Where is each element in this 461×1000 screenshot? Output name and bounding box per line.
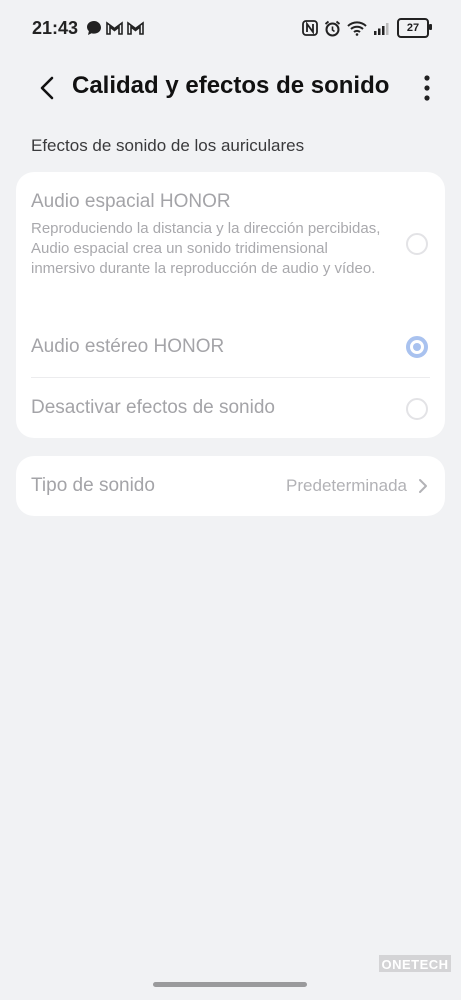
radio-stereo-audio[interactable] [406, 336, 428, 358]
gmail-icon [127, 21, 144, 35]
option-title: Desactivar efectos de sonido [31, 397, 275, 418]
notification-icons [86, 20, 144, 36]
option-description: Reproduciendo la distancia y la direcció… [31, 220, 381, 277]
status-time: 21:43 [32, 18, 79, 38]
status-bar: 21:43 27 [0, 0, 461, 58]
option-stereo-audio[interactable]: Audio estéreo HONOR [16, 316, 445, 376]
home-gesture-bar[interactable] [153, 982, 307, 987]
signal-icon [374, 23, 389, 35]
sound-effects-card: Audio espacial HONOR Reproduciendo la di… [16, 172, 445, 438]
page-title: Calidad y efectos de sonido [72, 72, 390, 99]
radio-spatial-audio[interactable] [406, 233, 428, 255]
section-header: Efectos de sonido de los auriculares [31, 136, 305, 155]
chevron-right-icon [419, 479, 427, 493]
navigation-bar [0, 972, 461, 1000]
option-title: Audio estéreo HONOR [31, 336, 225, 357]
chat-bubble-icon [87, 21, 101, 35]
battery-icon: 27 [397, 18, 432, 38]
sound-type-row[interactable]: Tipo de sonido Predeterminada [16, 456, 445, 516]
app-bar: Calidad y efectos de sonido [0, 58, 461, 118]
gmail-icon [106, 21, 123, 35]
system-icons: 27 [302, 18, 432, 38]
sound-type-label: Tipo de sonido [31, 475, 155, 496]
nfc-icon [302, 20, 318, 36]
option-spatial-audio[interactable]: Audio espacial HONOR Reproduciendo la di… [16, 172, 445, 302]
sound-type-value: Predeterminada [286, 476, 407, 495]
alarm-icon [324, 20, 341, 36]
more-vert-icon[interactable] [417, 72, 437, 104]
back-arrow-icon[interactable] [34, 74, 62, 102]
option-disable-effects[interactable]: Desactivar efectos de sonido [16, 378, 445, 438]
watermark: ONETECH [379, 955, 451, 973]
radio-disable-effects[interactable] [406, 398, 428, 420]
wifi-icon [347, 21, 367, 36]
option-title: Audio espacial HONOR [31, 191, 231, 212]
battery-level: 27 [406, 22, 420, 34]
